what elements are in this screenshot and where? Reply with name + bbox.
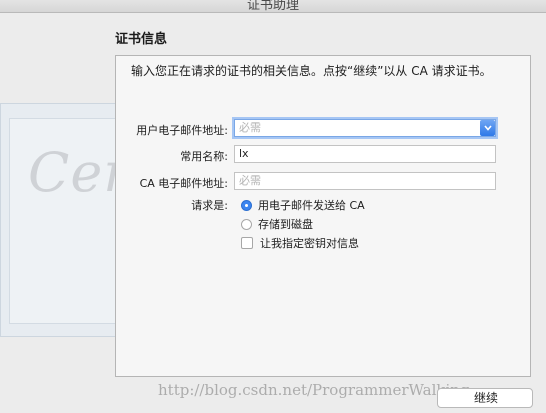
keypair-checkbox[interactable]: 让我指定密钥对信息 [241,235,359,251]
window-title: 证书助理 [246,0,299,13]
radio-button[interactable] [241,218,252,230]
email-placeholder: 必需 [239,121,261,134]
radio-email-ca-label: 用电子邮件发送给 CA [258,199,365,212]
checkbox[interactable] [241,237,253,249]
radio-save-disk[interactable]: 存储到磁盘 [241,216,313,232]
common-name-field[interactable]: lx [234,145,496,163]
email-dropdown-button[interactable] [480,120,495,136]
intro-text: 输入您正在请求的证书的相关信息。点按“继续”以从 CA 请求证书。 [131,64,492,78]
radio-button-selected[interactable] [241,199,252,211]
form-panel [115,55,531,377]
radio-email-ca[interactable]: 用电子邮件发送给 CA [241,197,365,213]
email-label: 用户电子邮件地址: [136,124,228,137]
watermark: http://blog.csdn.net/ProgrammerWalking [158,381,470,399]
ca-email-label: CA 电子邮件地址: [139,177,228,190]
continue-button[interactable]: 继续 [437,388,533,408]
ca-email-field[interactable]: 必需 [234,172,496,190]
request-label: 请求是: [191,199,228,212]
common-name-label: 常用名称: [180,150,228,163]
common-name-value: lx [239,147,249,160]
radio-save-disk-label: 存储到磁盘 [258,218,313,231]
chevron-down-icon [483,125,492,131]
section-title: 证书信息 [115,32,168,47]
email-field[interactable]: 必需 [234,119,496,137]
keypair-checkbox-label: 让我指定密钥对信息 [260,237,359,250]
ca-email-placeholder: 必需 [239,174,261,187]
window-titlebar: 证书助理 [0,0,546,13]
